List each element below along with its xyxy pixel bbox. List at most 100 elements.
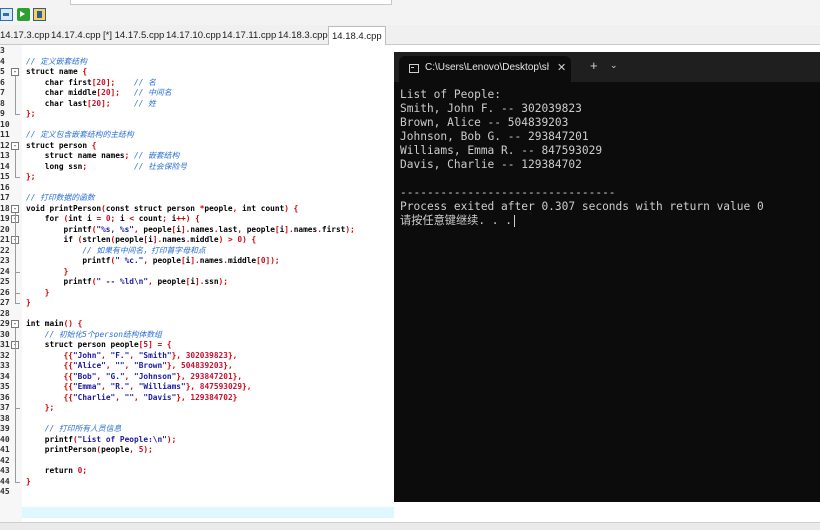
code-line[interactable]: };	[26, 403, 54, 414]
code-line[interactable]: };	[26, 109, 35, 120]
fold-guide	[15, 349, 16, 408]
code-line[interactable]: long ssn; // 社会保险号	[26, 162, 187, 173]
code-line[interactable]: // 定义嵌套结构	[26, 57, 87, 68]
line-number: 28	[0, 308, 10, 318]
fold-toggle-icon[interactable]: -	[11, 141, 19, 150]
code-line[interactable]: struct person people[5] = {	[26, 340, 172, 351]
code-line[interactable]: {{"Alice", "", "Brown"}, 504839203},	[26, 361, 233, 372]
line-number: 30	[0, 329, 10, 339]
console-line: Williams, Emma R. -- 847593029	[400, 144, 603, 157]
code-line[interactable]: printf("%s, %s", people[i].names.last, p…	[26, 225, 355, 236]
code-line[interactable]: printPerson(people, 5);	[26, 445, 153, 456]
tab-14-17-5[interactable]: [*] 14.17.5.cpp	[103, 28, 164, 44]
code-line[interactable]: // 初始化5个person结构体数组	[26, 330, 162, 341]
line-number: 34	[0, 371, 10, 381]
tab-14-17-11[interactable]: 14.17.11.cpp	[222, 28, 276, 44]
line-number: 14	[0, 161, 10, 171]
console-tab-title: C:\Users\Lenovo\Desktop\sha	[425, 62, 549, 73]
code-line[interactable]: void printPerson(const struct person *pe…	[26, 204, 298, 215]
fold-guide	[15, 149, 16, 177]
code-line[interactable]: {{"John", "F.", "Smith"}, 302039823},	[26, 351, 238, 362]
code-line[interactable]: // 打印所有人员信息	[26, 424, 121, 435]
line-number: 13	[0, 151, 10, 160]
tab-14-17-3[interactable]: 14.17.3.cpp	[0, 28, 50, 44]
line-number: 29	[0, 319, 10, 328]
line-number-gutter: 345-6789101112-131415161718-19-2021-2223…	[0, 45, 22, 530]
code-line[interactable]: printf(" -- %ld\n", people[i].ssn);	[26, 277, 228, 288]
code-line[interactable]: // 定义包含嵌套结构的主结构	[26, 130, 134, 141]
code-line[interactable]: char first[20]; // 名	[26, 78, 156, 89]
line-number: 23	[0, 256, 10, 265]
line-number: 33	[0, 361, 10, 370]
code-line[interactable]: printf("List of People:\n");	[26, 435, 177, 446]
console-window[interactable]: C:\Users\Lenovo\Desktop\sha ✕ + ⌄ List o…	[394, 52, 820, 502]
run-icon[interactable]	[17, 8, 30, 21]
console-line: Process exited after 0.307 seconds with …	[400, 200, 764, 213]
code-line[interactable]: for (int i = 0; i < count; i++) {	[26, 214, 200, 225]
line-number: 42	[0, 455, 10, 465]
code-line[interactable]: }	[26, 288, 50, 299]
console-line: List of People:	[400, 88, 502, 101]
code-line[interactable]: // 打印数据的函数	[26, 193, 95, 204]
code-line[interactable]: // 如果有中间名，打印首字母和点	[26, 246, 205, 257]
line-number: 22	[0, 245, 10, 255]
tab-14-18-3[interactable]: 14.18.3.cpp	[278, 28, 328, 44]
tab-14-17-4[interactable]: 14.17.4.cpp	[51, 28, 101, 44]
code-line[interactable]: struct name names; // 嵌套结构	[26, 151, 180, 162]
line-number: 18	[0, 203, 10, 213]
save-icon[interactable]	[33, 8, 46, 21]
code-line[interactable]: printf(" %c.", people[i].names.middle[0]…	[26, 256, 279, 267]
code-line[interactable]: }	[26, 477, 31, 488]
line-number: 15	[0, 172, 10, 181]
close-icon[interactable]: ✕	[557, 61, 566, 74]
code-editor[interactable]: 345-6789101112-131415161718-19-2021-2223…	[0, 45, 394, 530]
fold-toggle-icon[interactable]: -	[11, 204, 19, 213]
status-strip	[0, 522, 820, 530]
code-line[interactable]: struct name {	[26, 67, 87, 78]
line-number: 5	[0, 67, 5, 76]
line-number: 45	[0, 487, 10, 496]
fold-guide-end	[15, 114, 20, 115]
code-line[interactable]: struct person {	[26, 141, 96, 152]
fold-toggle-icon[interactable]: -	[11, 68, 19, 76]
line-number: 21	[0, 235, 10, 244]
line-number: 36	[0, 392, 10, 402]
line-number: 10	[0, 119, 10, 129]
fold-guide-end	[15, 271, 20, 273]
code-line[interactable]: {{"Bob", "G.", "Johnson"}, 293847201},	[26, 372, 243, 383]
fold-guide	[15, 76, 16, 114]
code-line[interactable]: }	[26, 267, 69, 278]
fold-toggle-icon[interactable]: -	[11, 320, 19, 328]
line-number: 43	[0, 466, 10, 475]
line-number: 37	[0, 403, 10, 412]
code-line[interactable]: }	[26, 298, 31, 309]
code-line[interactable]: char middle[20]; // 中间名	[26, 88, 172, 99]
line-number: 39	[0, 424, 10, 433]
fold-guide-end	[15, 481, 20, 483]
chevron-down-icon[interactable]: ⌄	[610, 60, 618, 71]
tab-14-18-4[interactable]: 14.18.4.cpp	[328, 26, 386, 46]
code-line[interactable]: {{"Charlie", "", "Davis"}, 129384702}	[26, 393, 238, 404]
code-line[interactable]: int main() {	[26, 319, 82, 330]
terminal-icon	[409, 64, 419, 73]
new-tab-button[interactable]: +	[590, 58, 598, 73]
line-number: 8	[0, 98, 5, 108]
fold-guide-end	[15, 408, 20, 409]
console-tab[interactable]: C:\Users\Lenovo\Desktop\sha ✕	[399, 56, 571, 82]
module-icon[interactable]	[0, 8, 13, 21]
console-line: Davis, Charlie -- 129384702	[400, 158, 582, 171]
fold-guide	[15, 244, 16, 272]
tab-14-17-10[interactable]: 14.17.10.cpp	[166, 28, 221, 44]
text-cursor	[514, 215, 515, 227]
code-line[interactable]: {{"Emma", "R.", "Williams"}, 847593029},	[26, 382, 252, 393]
line-number: 16	[0, 182, 10, 192]
line-number: 12	[0, 140, 10, 150]
code-line[interactable]: return 0;	[26, 466, 87, 477]
toolbar	[0, 5, 820, 25]
code-line[interactable]: char last[20]; // 姓	[26, 99, 156, 110]
code-line[interactable]: };	[26, 172, 35, 183]
console-line: 请按任意键继续. . .	[400, 214, 515, 228]
code-line[interactable]: if (strlen(people[i].names.middle) > 0) …	[26, 235, 257, 246]
line-number: 6	[0, 77, 5, 87]
line-number: 38	[0, 413, 10, 423]
